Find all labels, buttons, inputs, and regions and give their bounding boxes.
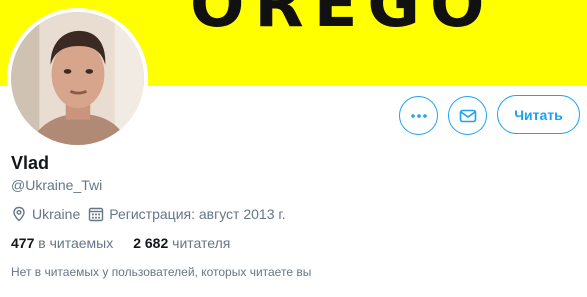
following-count: 477 [11,235,35,251]
user-handle: @Ukraine_Twi [11,177,103,193]
following-link[interactable]: 477 в читаемых [11,235,113,251]
location-text: Ukraine [32,206,81,222]
followers-you-know-note: Нет в читаемых у пользователей, которых … [11,265,312,279]
banner-art-text: OREGO [190,0,494,42]
more-horizontal-icon [410,113,427,118]
following-label: в читаемых [38,235,114,251]
location-pin-icon [13,206,25,222]
more-options-button[interactable] [399,96,438,135]
location-item: Ukraine [11,206,80,222]
message-button[interactable] [448,96,487,135]
followers-count: 2 682 [133,235,169,251]
display-name: Vlad [11,153,50,173]
calendar-icon [89,207,104,222]
followers-label: читателя [172,235,231,251]
profile-meta: Ukraine Регистрация: август 2013 г. [11,205,294,223]
follow-button[interactable]: Читать [497,95,580,134]
joined-text: Регистрация: август 2013 г. [109,206,286,222]
avatar-photo [11,12,144,145]
profile-stats: 477 в читаемых 2 682 читателя [11,235,250,251]
followers-link[interactable]: 2 682 читателя [133,235,230,251]
avatar[interactable] [7,8,148,149]
joined-item: Регистрация: август 2013 г. [88,206,286,222]
envelope-icon [459,109,476,122]
